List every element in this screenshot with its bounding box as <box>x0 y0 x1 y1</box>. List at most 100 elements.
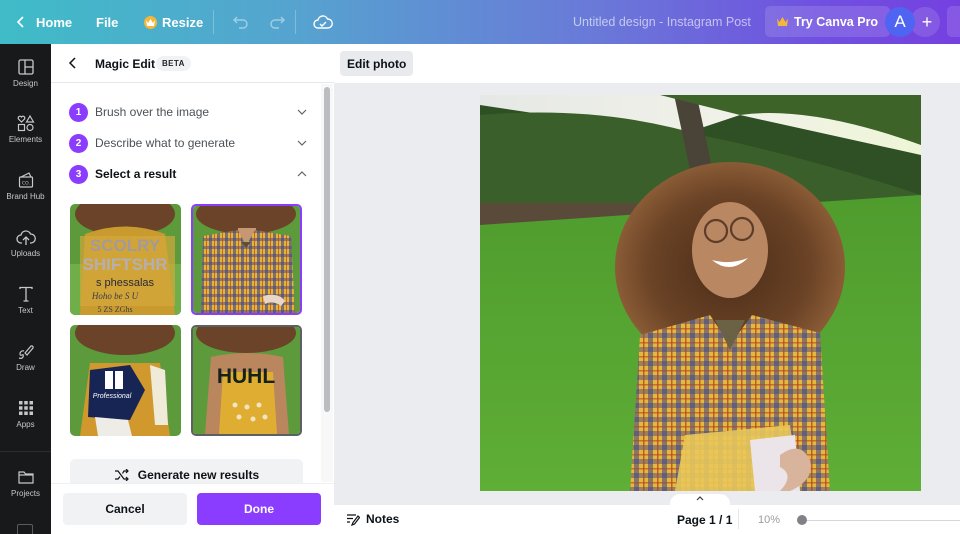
rail-label: Elements <box>8 135 43 144</box>
brand-hub-icon: CO. <box>18 172 33 188</box>
apps-grid-icon <box>18 401 33 415</box>
divider <box>213 10 214 34</box>
save-status-button[interactable] <box>305 6 341 38</box>
rail-label: Uploads <box>10 249 41 258</box>
result-thumbnail-selected[interactable] <box>191 204 302 315</box>
page-indicator[interactable]: Page 1 / 1 <box>677 513 732 527</box>
rail-item-design[interactable]: Design <box>0 58 51 88</box>
result-image: HUHL <box>193 327 300 434</box>
share-button[interactable] <box>947 6 960 37</box>
svg-text:Hoho be S U: Hoho be S U <box>91 291 139 301</box>
step-number: 3 <box>69 164 88 184</box>
crown-icon <box>144 15 157 29</box>
redo-icon <box>270 16 285 29</box>
result-image: SCOLRY SHIFTSHR s phessalas Hoho be S U … <box>70 204 181 315</box>
cloud-upload-icon <box>15 230 36 245</box>
done-label: Done <box>244 502 274 516</box>
rail-item-elements[interactable]: Elements <box>0 114 51 144</box>
home-button[interactable]: Home <box>6 6 80 38</box>
chevron-left-icon <box>16 16 24 28</box>
try-canva-pro-label: Try Canva Pro <box>794 14 879 29</box>
left-rail: Design Elements CO. Brand Hub Uploads Te… <box>0 44 51 534</box>
edit-photo-button[interactable]: Edit photo <box>340 51 414 76</box>
panel-header: Magic Edit BETA <box>51 44 334 83</box>
svg-text:5 ZS ZGhs: 5 ZS ZGhs <box>97 305 132 314</box>
step-number: 2 <box>69 133 88 153</box>
result-thumbnail[interactable]: SCOLRY SHIFTSHR s phessalas Hoho be S U … <box>70 204 181 315</box>
zoom-slider-track[interactable] <box>804 520 960 521</box>
zoom-slider-thumb[interactable] <box>797 515 807 525</box>
zoom-level: 10% <box>758 514 781 526</box>
file-menu-button[interactable]: File <box>88 6 126 38</box>
resize-button[interactable]: Resize <box>136 6 211 38</box>
shuffle-icon <box>114 469 129 481</box>
context-toolbar: Edit photo <box>334 44 960 83</box>
edit-photo-label: Edit photo <box>347 56 407 71</box>
file-label: File <box>96 14 119 30</box>
svg-text:CO.: CO. <box>22 181 30 187</box>
step-select-result[interactable]: 3 Select a result <box>69 163 309 185</box>
bottom-bar: Notes Page 1 / 1 10% <box>334 505 960 534</box>
svg-text:Professional: Professional <box>93 393 132 400</box>
rail-label: Draw <box>16 363 35 372</box>
rail-label: Projects <box>11 489 40 498</box>
svg-text:SCOLRY: SCOLRY <box>90 236 161 255</box>
cancel-button[interactable]: Cancel <box>63 493 187 525</box>
text-icon <box>18 286 33 302</box>
try-canva-pro-button[interactable]: Try Canva Pro <box>765 6 891 37</box>
step-number: 1 <box>69 102 88 122</box>
rail-item-draw[interactable]: Draw <box>0 342 51 372</box>
redo-button[interactable] <box>260 6 294 38</box>
crown-icon <box>777 17 788 26</box>
home-label: Home <box>36 14 73 30</box>
rail-item-projects[interactable]: Projects <box>0 468 51 498</box>
undo-button[interactable] <box>224 6 258 38</box>
rail-item-uploads[interactable]: Uploads <box>0 228 51 258</box>
divider <box>295 10 296 34</box>
photo-image <box>480 95 921 491</box>
rail-label: Text <box>18 306 33 315</box>
svg-text:s phessalas: s phessalas <box>96 277 155 289</box>
rail-label: Brand Hub <box>6 192 45 201</box>
image-icon[interactable] <box>17 524 33 534</box>
undo-icon <box>233 16 248 29</box>
done-button[interactable]: Done <box>197 493 321 525</box>
rail-item-brand-hub[interactable]: CO. Brand Hub <box>0 171 51 201</box>
draw-icon <box>18 345 34 359</box>
divider <box>738 509 739 529</box>
avatar[interactable]: A <box>885 7 915 37</box>
step-label: Select a result <box>95 167 177 181</box>
chevron-up-icon <box>297 171 307 177</box>
design-photo[interactable] <box>480 95 921 491</box>
svg-text:HUHL: HUHL <box>217 365 275 388</box>
result-thumbnail[interactable]: Professional <box>70 325 181 436</box>
rail-divider <box>0 451 51 452</box>
design-title[interactable]: Untitled design - Instagram Post <box>573 15 751 29</box>
panel-footer: Cancel Done <box>51 483 334 534</box>
magic-edit-panel: Magic Edit BETA 1 Brush over the image 2… <box>51 44 334 534</box>
result-image: Professional <box>70 325 181 436</box>
result-image <box>193 206 300 313</box>
shapes-icon <box>17 114 35 132</box>
back-arrow-icon[interactable] <box>65 55 81 71</box>
rail-label: Apps <box>16 420 35 429</box>
plus-icon: + <box>921 11 933 32</box>
notes-button[interactable]: Notes <box>346 512 399 526</box>
notes-icon <box>347 513 360 526</box>
generate-label: Generate new results <box>137 468 260 482</box>
resize-label: Resize <box>162 14 204 30</box>
notes-label: Notes <box>366 512 400 526</box>
top-bar: Home File Resize Untitled design - Insta… <box>0 0 960 44</box>
rail-label: Design <box>13 79 38 88</box>
result-thumbnail[interactable]: HUHL <box>191 325 302 436</box>
step-label: Brush over the image <box>95 105 210 119</box>
rail-item-text[interactable]: Text <box>0 285 51 315</box>
step-describe[interactable]: 2 Describe what to generate <box>69 132 309 154</box>
beta-badge: BETA <box>156 56 191 71</box>
scrollbar-thumb[interactable] <box>324 87 330 412</box>
rail-item-apps[interactable]: Apps <box>0 399 51 429</box>
step-brush[interactable]: 1 Brush over the image <box>69 101 309 123</box>
cloud-check-icon <box>313 15 333 29</box>
svg-text:SHIFTSHR: SHIFTSHR <box>83 255 168 274</box>
chevron-down-icon <box>297 140 307 146</box>
